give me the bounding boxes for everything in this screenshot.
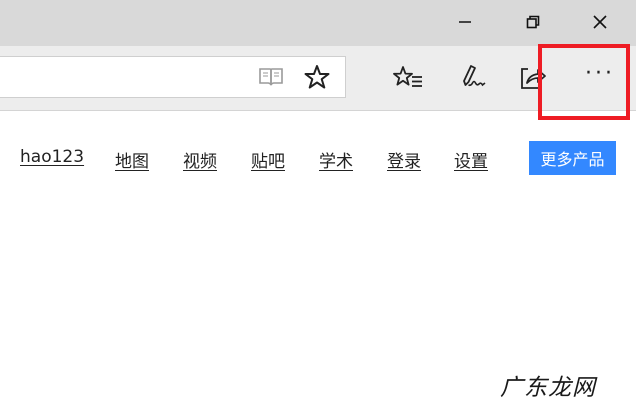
minimize-icon <box>459 21 471 23</box>
nav-link-hao123[interactable]: hao123 <box>20 147 84 167</box>
pen-icon <box>463 65 486 87</box>
nav-link-video[interactable]: 视频 <box>183 147 217 172</box>
close-button[interactable] <box>583 8 617 36</box>
web-note-button[interactable] <box>455 61 489 95</box>
reading-view-icon <box>259 68 283 86</box>
restore-button[interactable] <box>516 8 550 36</box>
nav-link-settings[interactable]: 设置 <box>454 147 488 172</box>
restore-icon <box>526 15 540 29</box>
close-icon <box>593 15 607 29</box>
star-icon <box>304 65 330 89</box>
browser-window: ··· hao123 地图 视频 贴吧 学术 登录 设置 更多产品 广东龙网 <box>0 0 636 408</box>
watermark: 广东龙网 <box>500 375 596 401</box>
favorite-button[interactable] <box>300 60 334 94</box>
favorites-list-icon <box>393 66 422 87</box>
nav-link-academic[interactable]: 学术 <box>319 147 353 172</box>
highlight-annotation-box <box>538 44 630 120</box>
favorites-list-button[interactable] <box>391 61 425 95</box>
address-bar[interactable] <box>0 56 346 98</box>
title-bar <box>0 0 636 46</box>
minimize-button[interactable] <box>448 8 482 36</box>
nav-link-map[interactable]: 地图 <box>115 147 149 172</box>
nav-link-login[interactable]: 登录 <box>387 147 421 172</box>
more-products-button[interactable]: 更多产品 <box>529 141 616 175</box>
nav-link-tieba[interactable]: 贴吧 <box>251 147 285 172</box>
reading-view-button[interactable] <box>254 60 288 94</box>
